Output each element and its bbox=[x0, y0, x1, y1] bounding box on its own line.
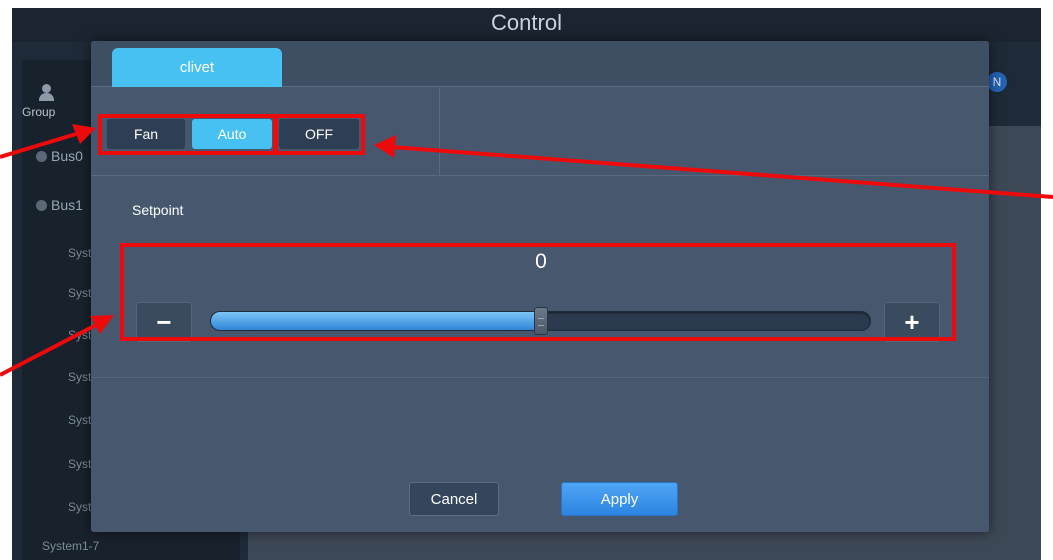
annotation-arrow-right bbox=[374, 135, 1053, 199]
annotation-arrow-left-bottom bbox=[0, 315, 114, 377]
annotation-arrows bbox=[0, 124, 1053, 377]
screenshot-stage: Control Group Bus0 Bus1 Syste Syste Syst… bbox=[0, 0, 1053, 560]
annotation-arrow-left-top bbox=[0, 124, 96, 159]
